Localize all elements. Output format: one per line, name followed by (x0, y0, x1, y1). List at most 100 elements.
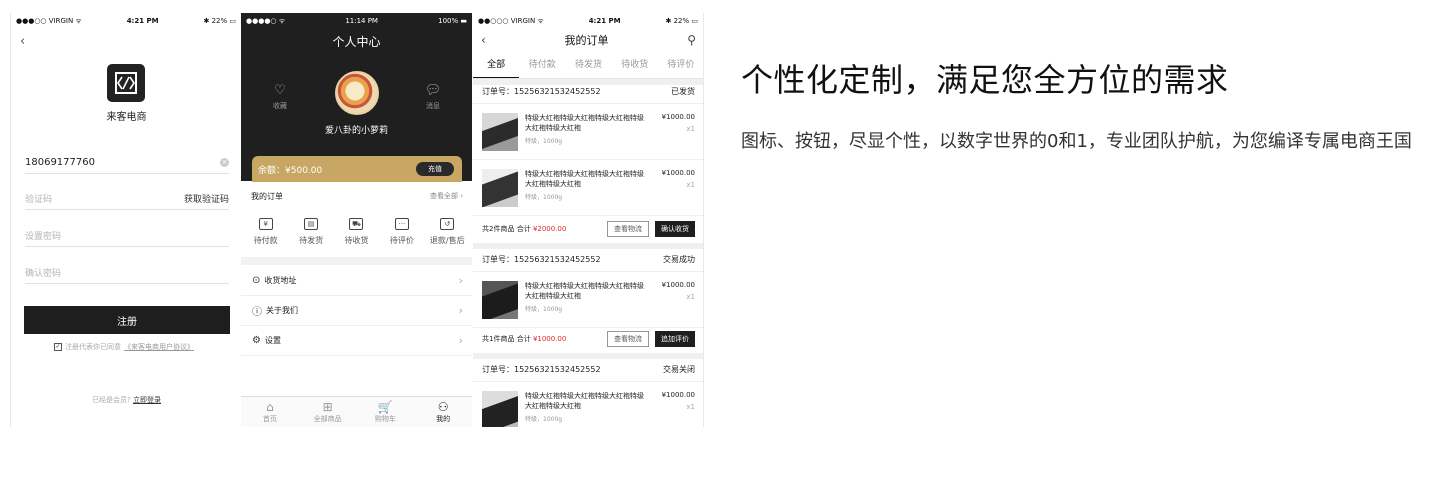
cart-icon: 🛒 (377, 400, 393, 414)
menu-item-about[interactable]: ⓘ 关于我们 › (241, 296, 472, 326)
tab-cart[interactable]: 🛒 购物车 (360, 397, 410, 427)
order-item[interactable]: 特级大红袍特级大红袍特级大红袍特级大红袍特级大红袍 特级，1000g ¥1000… (473, 272, 703, 328)
product-qty: x1 (686, 125, 695, 133)
track-shipment-button[interactable]: 查看物流 (607, 331, 649, 347)
order-status: 交易成功 (663, 255, 695, 264)
avatar[interactable] (335, 71, 379, 115)
tab-label: 全部商品 (313, 415, 342, 423)
order-type-pending-payment[interactable]: ¥ 待付款 (244, 218, 288, 246)
order-header: 订单号：15256321532452552 交易关闭 (473, 358, 703, 382)
product-qty: x1 (686, 403, 695, 411)
order-type-pending-receipt[interactable]: ⛟ 待收货 (334, 218, 378, 246)
phone-value[interactable]: 18069177760 (25, 157, 95, 168)
feature-title: 个性化定制，满足您全方位的需求 (741, 61, 1229, 99)
product-name: 特级大红袍特级大红袍特级大红袍特级大红袍特级大红袍 (525, 282, 644, 300)
code-field[interactable]: 验证码 获取验证码 (25, 188, 229, 210)
order-type-refund[interactable]: ↺ 退款/售后 (425, 218, 469, 246)
code-placeholder[interactable]: 验证码 (25, 192, 52, 205)
order-item[interactable]: 特级大红袍特级大红袍特级大红袍特级大红袍特级大红袍 特级，1000g ¥1000… (473, 104, 703, 160)
get-code-button[interactable]: 获取验证码 (184, 192, 229, 205)
total-amount: ¥1000.00 (532, 335, 567, 343)
balance-bar: 余额：¥500.00 充值 (252, 156, 462, 182)
truck-icon: ⛟ (349, 218, 364, 230)
clear-icon[interactable]: × (220, 158, 229, 167)
login-prompt: 已经是会员? (92, 396, 131, 404)
menu-label: 设置 (264, 336, 281, 345)
order-type-label: 待付款 (253, 236, 278, 245)
back-icon[interactable]: ‹ (20, 34, 25, 49)
menu-item-address[interactable]: ⊙ 收货地址 › (241, 266, 472, 296)
favorites-button[interactable]: ♡ 收藏 (260, 83, 300, 111)
feature-description: 图标、按钮，尽显个性，以数字世界的0和1，专业团队护航，为您编译专属电商王国 (741, 131, 1412, 152)
menu-item-settings[interactable]: ⚙ 设置 › (241, 326, 472, 356)
menu-label: 收货地址 (264, 276, 297, 285)
register-screen: ●●●○○ VIRGIN ᯤ 4:21 PM ✱ 22% ▭ ‹ 来客电商 18… (10, 13, 241, 427)
search-icon[interactable]: ⚲ (687, 33, 696, 47)
product-price: ¥1000.00 (661, 281, 695, 289)
comment-icon: ··· (394, 218, 409, 230)
order-tabs: 全部 待付款 待发货 待收货 待评价 (473, 53, 703, 79)
my-orders-label: 我的订单 (251, 192, 283, 201)
order-no-label: 订单号： (482, 365, 514, 374)
order-type-pending-review[interactable]: ··· 待评价 (380, 218, 424, 246)
tab-pending-review[interactable]: 待评价 (658, 53, 703, 78)
confirm-receipt-button[interactable]: 确认收货 (655, 221, 695, 237)
carrier-text: ●●●●○ ᯤ (246, 16, 286, 25)
total-amount: ¥2000.00 (532, 225, 567, 233)
brand-logo (107, 64, 145, 102)
confirm-placeholder[interactable]: 确认密码 (25, 266, 61, 279)
chevron-right-icon: › (458, 304, 463, 317)
add-review-button[interactable]: 追加评价 (655, 331, 695, 347)
password-placeholder[interactable]: 设置密码 (25, 229, 61, 242)
order-item[interactable]: 特级大红袍特级大红袍特级大红袍特级大红袍特级大红袍 特级，1000g ¥1000… (473, 382, 703, 427)
page-title: 我的订单 (564, 34, 609, 47)
product-spec: 特级，1000g (525, 306, 563, 313)
confirm-password-field[interactable]: 确认密码 (25, 262, 229, 284)
tab-pending-shipment[interactable]: 待发货 (565, 53, 611, 78)
password-field[interactable]: 设置密码 (25, 225, 229, 247)
product-name: 特级大红袍特级大红袍特级大红袍特级大红袍特级大红袍 (525, 170, 644, 188)
order-type-pending-shipment[interactable]: ▤ 待发货 (289, 218, 333, 246)
username: 爱八卦的小萝莉 (324, 126, 388, 136)
product-price: ¥1000.00 (661, 169, 695, 177)
info-icon: ⓘ (252, 307, 262, 318)
nav-bar: ‹ 我的订单 ⚲ (473, 29, 703, 51)
track-shipment-button[interactable]: 查看物流 (607, 221, 649, 237)
register-button[interactable]: 注册 (24, 306, 230, 334)
clock-text: 11:14 PM (345, 17, 378, 25)
tab-all[interactable]: 全部 (473, 53, 520, 78)
order-item[interactable]: 特级大红袍特级大红袍特级大红袍特级大红袍特级大红袍 特级，1000g ¥1000… (473, 160, 703, 216)
view-all-link[interactable]: 查看全部 › (430, 191, 463, 202)
heart-icon: ♡ (274, 83, 286, 98)
order-no: 15256321532452552 (514, 365, 601, 374)
order-no-label: 订单号： (482, 87, 514, 96)
messages-button[interactable]: 💬︎ 消息 (413, 83, 453, 111)
tab-pending-receipt[interactable]: 待收货 (612, 53, 658, 78)
tab-pending-payment[interactable]: 待付款 (519, 53, 565, 78)
grid-icon: ⊞ (322, 400, 333, 414)
agreement-link[interactable]: 《来客电商用户协议》 (124, 342, 194, 352)
tab-all-products[interactable]: ⊞ 全部商品 (303, 397, 353, 427)
product-qty: x1 (686, 293, 695, 301)
order-type-row: ¥ 待付款 ▤ 待发货 ⛟ 待收货 ··· 待评价 ↺ 退款/售后 (241, 218, 472, 246)
tab-home[interactable]: ⌂ 首页 (245, 397, 295, 427)
order-no: 15256321532452552 (514, 255, 601, 264)
login-row: 已经是会员? 立即登录 (11, 395, 241, 405)
tab-label: 我的 (436, 415, 451, 423)
login-link[interactable]: 立即登录 (133, 396, 161, 404)
order-type-label: 待发货 (299, 236, 324, 245)
product-spec: 特级，1000g (525, 194, 563, 201)
balance-value: ¥500.00 (285, 165, 323, 176)
tab-mine[interactable]: ⚇ 我的 (418, 397, 468, 427)
box-icon: ▤ (304, 218, 319, 230)
back-icon[interactable]: ‹ (481, 33, 486, 47)
section-divider (241, 257, 472, 265)
product-spec: 特级，1000g (525, 138, 563, 145)
product-qty: x1 (686, 181, 695, 189)
favorites-label: 收藏 (273, 102, 287, 110)
phone-field[interactable]: 18069177760 × (25, 152, 229, 174)
agree-checkbox[interactable]: ✓ (54, 343, 62, 351)
gear-icon: ⚙ (252, 335, 261, 346)
recharge-button[interactable]: 充值 (416, 162, 454, 176)
order-type-label: 待评价 (389, 236, 414, 245)
